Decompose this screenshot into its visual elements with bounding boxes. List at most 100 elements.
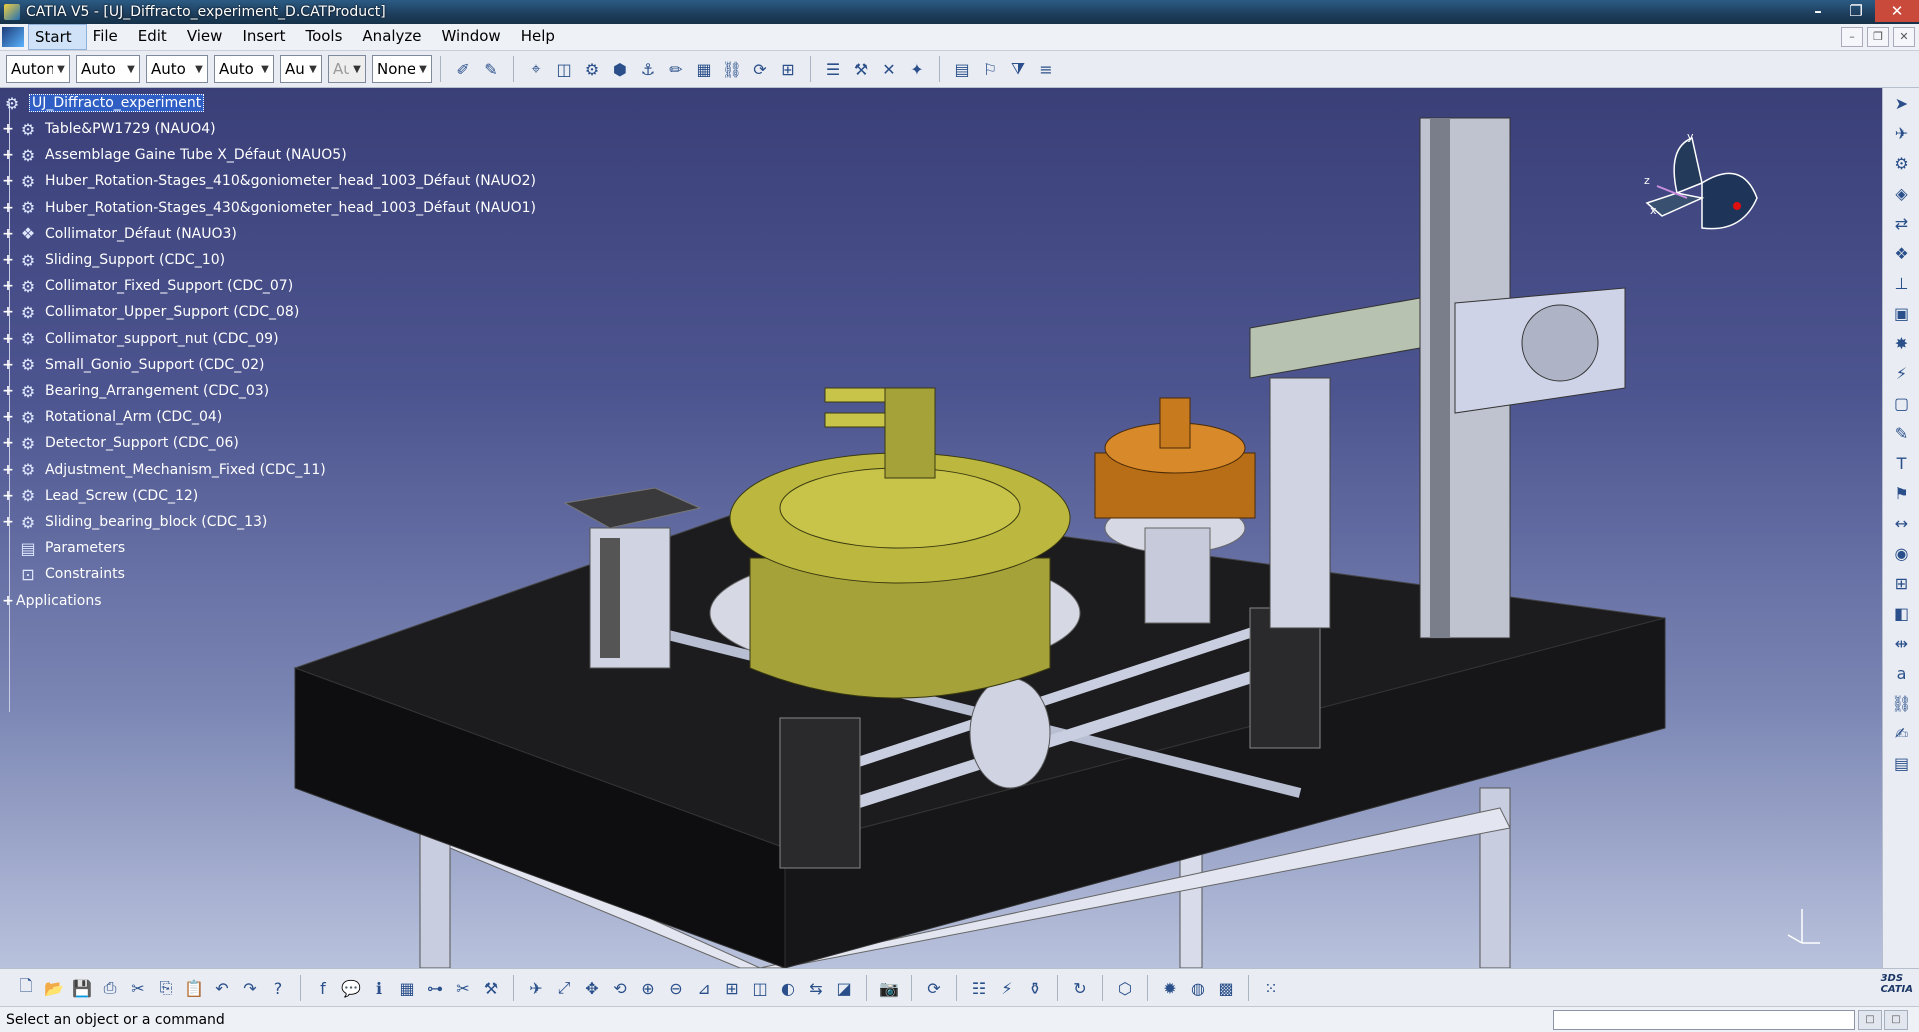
new-icon[interactable]: 🗋 [14,976,38,1000]
pencil-icon[interactable]: ✏ [664,57,688,81]
part-body-icon[interactable]: ⬢ [608,57,632,81]
inertia-icon[interactable]: ◉ [1890,541,1914,565]
update-icon[interactable]: ⟳ [922,976,946,1000]
knowledge-icon[interactable]: ℹ [367,976,391,1000]
select-icon[interactable]: ➤ [1890,91,1914,115]
chevron-down-icon[interactable]: ▼ [123,64,139,75]
material-icon[interactable]: ◍ [1186,976,1210,1000]
tree-node-label[interactable]: Applications [16,593,102,609]
measure-between-icon[interactable]: ↔ [1890,511,1914,535]
annotation-icon[interactable]: ✎ [1890,421,1914,445]
explode-icon[interactable]: ✸ [1890,331,1914,355]
tree-node-label[interactable]: Adjustment_Mechanism_Fixed (CDC_11) [45,462,326,478]
text-icon[interactable]: T [1890,451,1914,475]
graphic-property-combo-5[interactable]: Aut▼ [280,55,322,83]
abc-icon[interactable]: a [1890,661,1914,685]
power-input-field[interactable] [1553,1010,1855,1030]
save-icon[interactable]: 💾 [70,976,94,1000]
menu-insert[interactable]: Insert [236,24,299,48]
expand-icon[interactable]: + [0,304,16,320]
undo-icon[interactable]: ↶ [210,976,234,1000]
catalog-browser-icon[interactable]: ☷ [967,976,991,1000]
expand-icon[interactable]: + [0,252,16,268]
graphic-property-combo-2[interactable]: Auto ▼ [76,55,140,83]
tree-node-label[interactable]: Bearing_Arrangement (CDC_03) [45,383,269,399]
anchor-icon[interactable]: ⚓ [636,57,660,81]
expand-icon[interactable]: + [0,357,16,373]
bookmark-icon[interactable]: ⚐ [978,57,1002,81]
graphic-property-combo-3[interactable]: Auto ▼ [146,55,208,83]
menu-edit[interactable]: Edit [132,24,181,48]
tree-node-label[interactable]: Collimator_support_nut (CDC_09) [45,331,279,347]
fly-mode-icon[interactable]: ✈ [524,976,548,1000]
multi-view-icon[interactable]: ⊞ [720,976,744,1000]
minimize-button[interactable]: – [1799,0,1837,22]
tree-node-label[interactable]: Collimator_Défaut (NAUO3) [45,226,237,242]
distance-icon[interactable]: ⇹ [1890,631,1914,655]
hide-show-icon[interactable]: ◐ [776,976,800,1000]
menu-help[interactable]: Help [515,24,569,48]
compass[interactable]: y z x [1632,128,1762,258]
note-icon[interactable]: ✍ [1890,721,1914,745]
tree-node-label[interactable]: Huber_Rotation-Stages_410&goniometer_hea… [45,173,536,189]
chevron-down-icon[interactable]: ▼ [191,64,207,75]
list-icon[interactable]: ≡ [1034,57,1058,81]
catia-app-icon[interactable] [4,4,20,20]
copy-icon[interactable]: ⎘ [154,976,178,1000]
chevron-down-icon[interactable]: ▼ [415,64,431,75]
tree-icon[interactable]: ⊶ [423,976,447,1000]
compass-red-handle[interactable] [1733,202,1741,210]
product-icon[interactable]: ❖ [1890,241,1914,265]
filter-icon[interactable]: ⧩ [1006,57,1030,81]
gear-icon[interactable]: ⚙ [1890,151,1914,175]
swap-space-icon[interactable]: ⇆ [804,976,828,1000]
mdi-maximize-button[interactable]: ❐ [1867,27,1889,47]
grid-dots-icon[interactable]: ⁙ [1259,976,1283,1000]
fly-icon[interactable]: ✈ [1890,121,1914,145]
tree-node-applications[interactable]: + Applications [0,586,102,616]
bottle-icon[interactable]: ⚱ [1023,976,1047,1000]
expand-icon[interactable]: + [0,593,16,609]
cog-move-icon[interactable]: ⚙ [580,57,604,81]
graphic-property-combo-7[interactable]: None ▼ [372,55,432,83]
paste-icon[interactable]: 📋 [182,976,206,1000]
menu-file[interactable]: File [87,24,132,48]
chevron-down-icon[interactable]: ▼ [257,64,273,75]
cut-icon[interactable]: ✂ [126,976,150,1000]
rotate-icon[interactable]: ⟲ [608,976,632,1000]
section-icon[interactable]: ◧ [1890,601,1914,625]
expand-icon[interactable]: + [0,200,16,216]
expand-icon[interactable]: + [0,331,16,347]
graphic-property-combo-4[interactable]: Auto ▼ [214,55,274,83]
3d-viewport[interactable]: ⚙ UJ_Diffracto_experiment + ⚙ Table&PW1729… [0,88,1882,968]
format-painter-icon[interactable]: ✎ [479,57,503,81]
group-icon[interactable]: ⊞ [1890,571,1914,595]
tree-node-label[interactable]: Lead_Screw (CDC_12) [45,488,198,504]
clash-detect-icon[interactable]: ⚡ [995,976,1019,1000]
tree-node-label[interactable]: Parameters [45,540,125,556]
iso-view-icon[interactable]: ◫ [748,976,772,1000]
tree-node-label[interactable]: Sliding_Support (CDC_10) [45,252,225,268]
tools-icon[interactable]: ⚒ [479,976,503,1000]
colors-icon[interactable]: ▩ [1214,976,1238,1000]
menu-start[interactable]: Start [28,24,87,50]
clash-icon[interactable]: ⚡ [1890,361,1914,385]
tree-node-label[interactable]: Rotational_Arm (CDC_04) [45,409,222,425]
graphic-property-combo-1[interactable]: Automa▼ [6,55,70,83]
expand-icon[interactable]: + [0,409,16,425]
chevron-down-icon[interactable]: ▼ [305,64,321,75]
snap-icon[interactable]: ⌖ [524,57,548,81]
constraint-icon[interactable]: ⊥ [1890,271,1914,295]
status-button-1[interactable]: □ [1858,1010,1882,1030]
tree-node-label[interactable]: Sliding_bearing_block (CDC_13) [45,514,267,530]
mdi-minimize-button[interactable]: – [1841,27,1863,47]
tree-node-label[interactable]: Constraints [45,566,125,582]
expand-icon[interactable]: + [0,173,16,189]
selection-icon[interactable]: ▦ [692,57,716,81]
chain-icon[interactable]: ⛓ [720,57,744,81]
tree-node-label[interactable]: Detector_Support (CDC_06) [45,435,239,451]
chevron-down-icon[interactable]: ▼ [349,64,365,75]
expand-icon[interactable]: + [0,226,16,242]
measure-icon[interactable]: ✕ [877,57,901,81]
print-icon[interactable]: ⎙ [98,976,122,1000]
